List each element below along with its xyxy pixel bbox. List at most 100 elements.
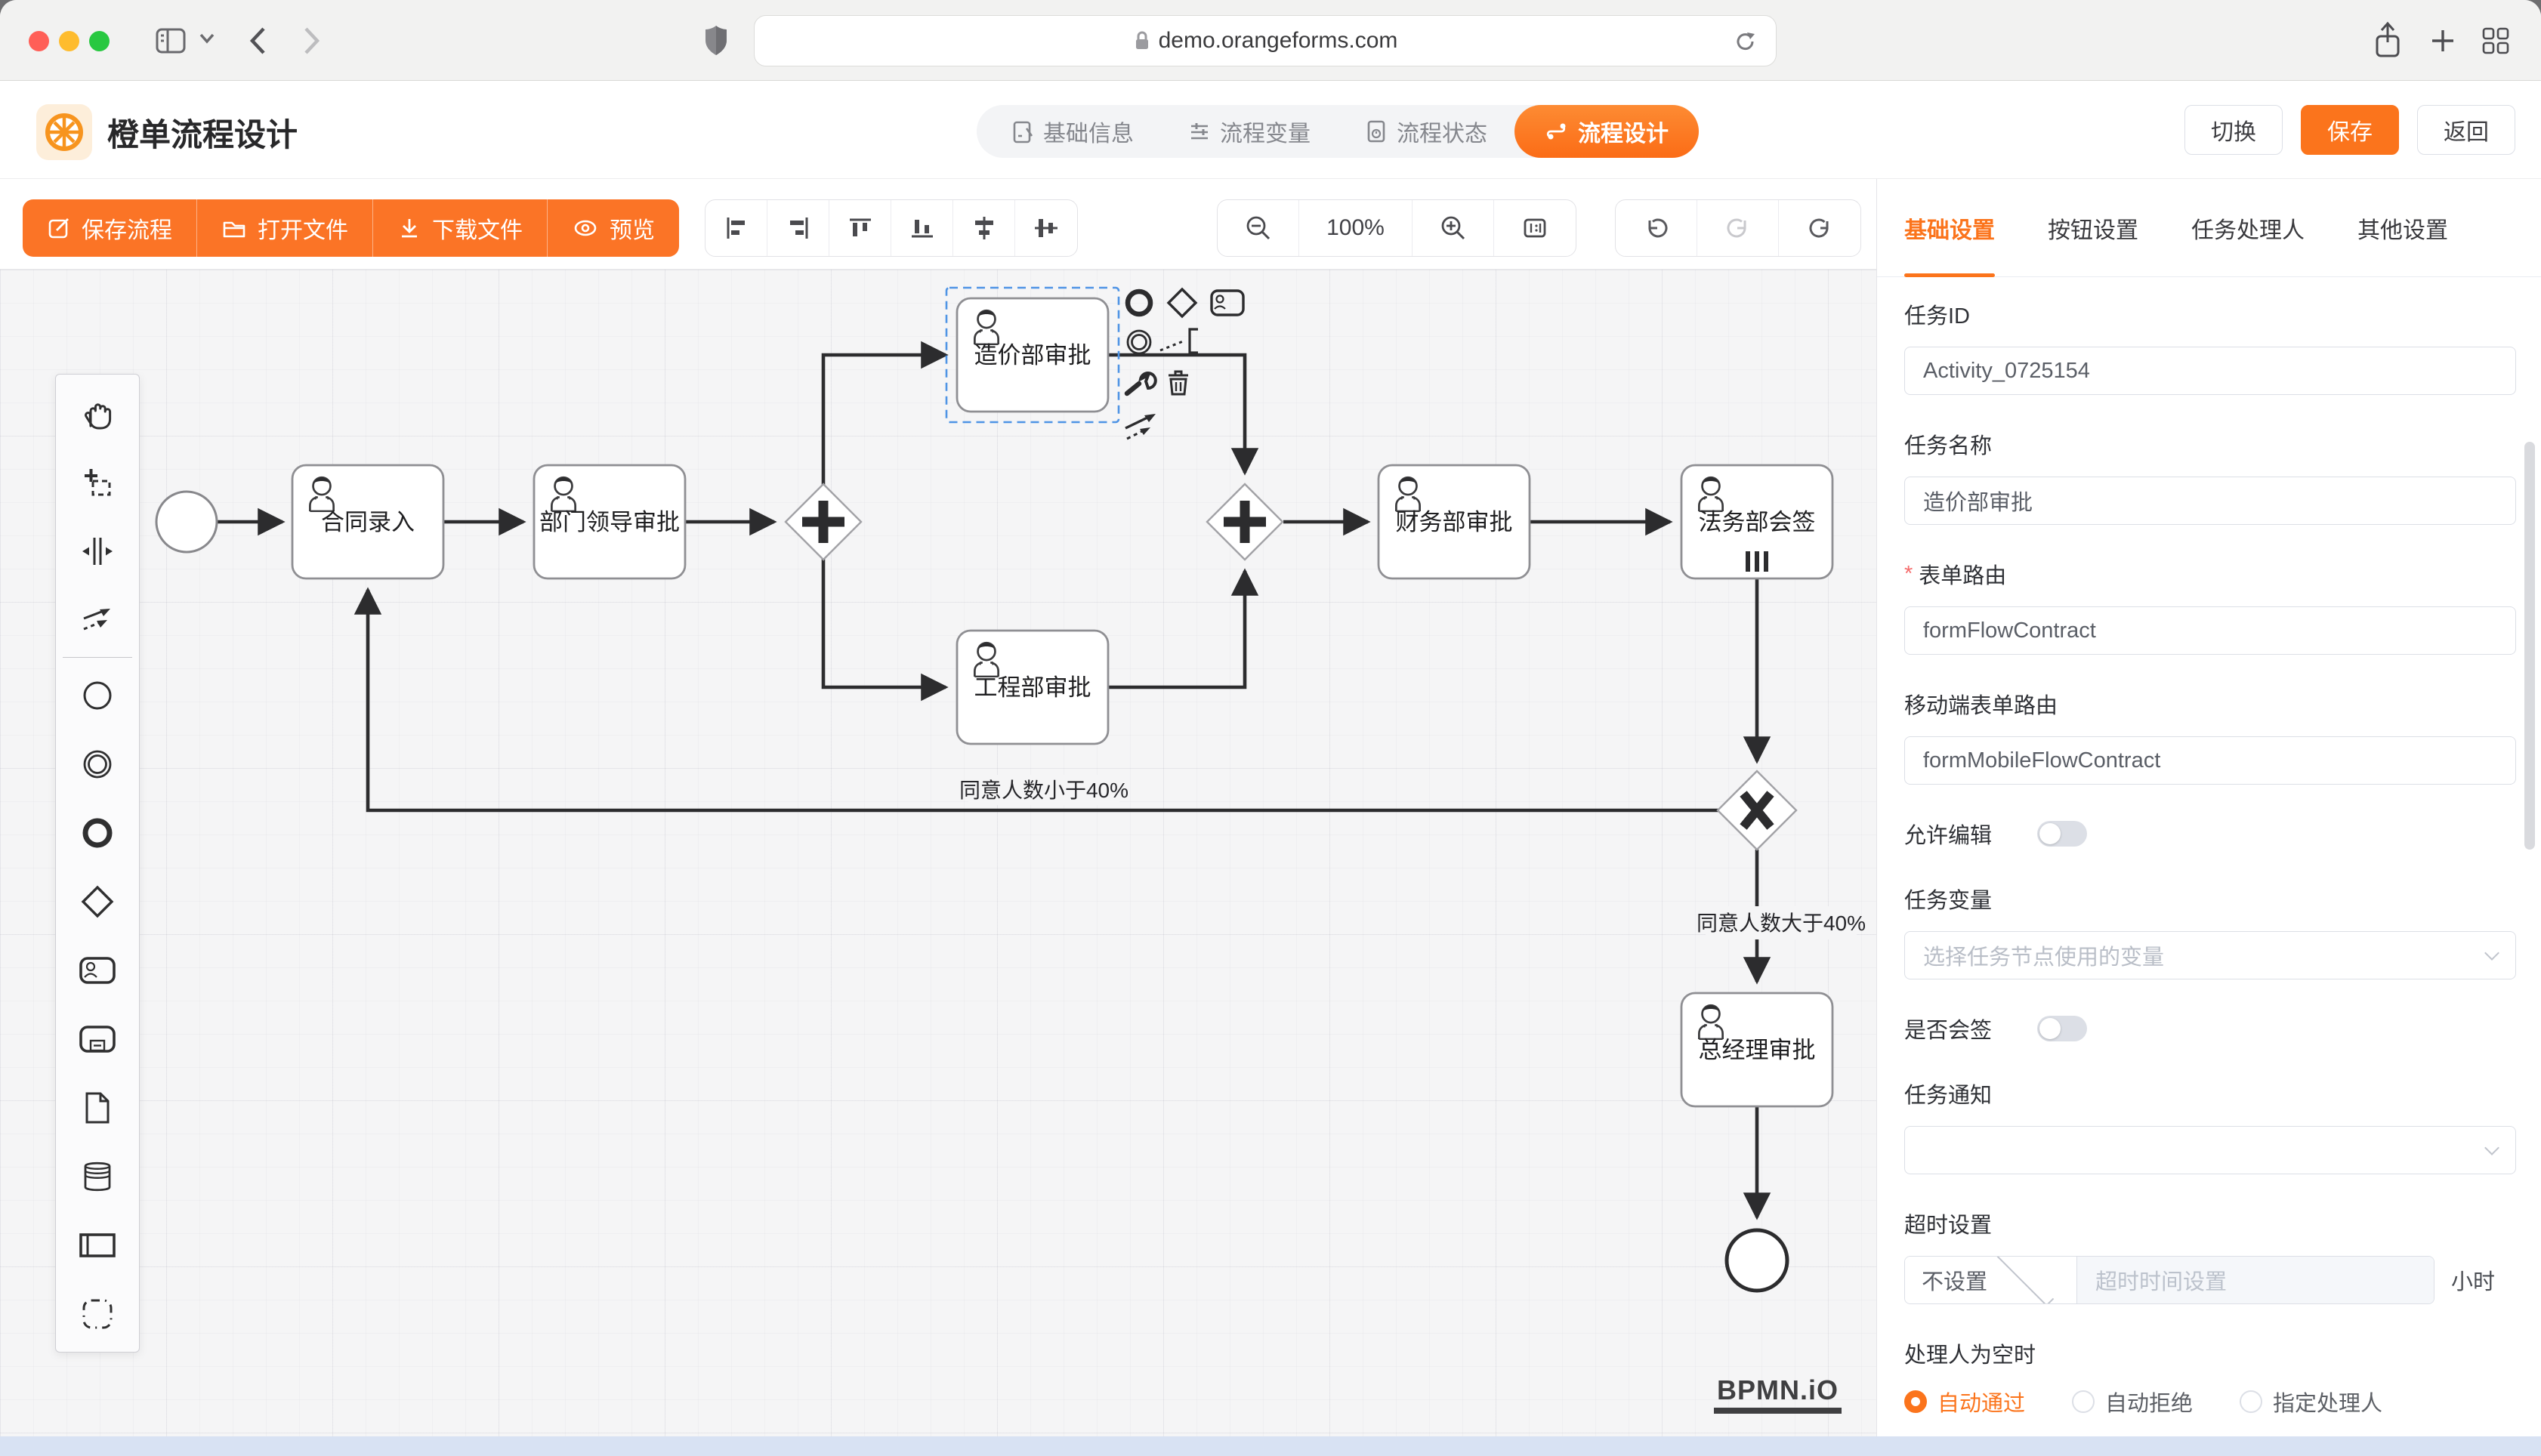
zoom-out-icon[interactable]	[1218, 200, 1299, 256]
open-file-button[interactable]: 打开文件	[197, 199, 373, 257]
append-intermediate-event-icon[interactable]	[1128, 331, 1150, 353]
align-bottom-icon[interactable]	[891, 200, 953, 256]
create-subprocess[interactable]	[63, 1004, 132, 1073]
tab-task-assignee[interactable]: 任务处理人	[2191, 179, 2305, 277]
reset-icon[interactable]	[1779, 200, 1860, 256]
task-finance-dept-approval[interactable]: 财务部审批	[1379, 465, 1530, 578]
task-engineering-dept-approval[interactable]: 工程部审批	[957, 631, 1108, 744]
switch-button[interactable]: 切换	[2184, 105, 2283, 155]
panel-scrollbar[interactable]	[2524, 442, 2535, 850]
create-gateway[interactable]	[63, 867, 132, 936]
address-bar[interactable]: demo.orangeforms.com	[754, 15, 1777, 66]
redo-icon[interactable]	[1697, 200, 1779, 256]
append-end-event-icon[interactable]	[1128, 292, 1150, 314]
edge-gateway1-to-n3[interactable]	[823, 355, 946, 486]
new-tab-icon[interactable]	[2426, 24, 2459, 57]
space-tool[interactable]	[63, 517, 132, 585]
close-window-button[interactable]	[29, 31, 49, 51]
task-variable-select[interactable]: 选择任务节点使用的变量	[1904, 931, 2516, 979]
sidebar-toggle-icon[interactable]	[151, 21, 190, 60]
create-user-task[interactable]	[63, 936, 132, 1004]
create-intermediate-event[interactable]	[63, 730, 132, 798]
exclusive-gateway[interactable]	[1718, 771, 1796, 850]
append-task-icon[interactable]	[1212, 291, 1243, 315]
timeout-mode-select[interactable]: 不设置	[1905, 1257, 2077, 1303]
allow-edit-toggle[interactable]	[2037, 821, 2087, 847]
download-file-button[interactable]: 下载文件	[373, 199, 548, 257]
start-event[interactable]	[156, 492, 217, 552]
bpmn-io-watermark[interactable]: BPMN.iO	[1714, 1374, 1842, 1414]
preview-button[interactable]: 预览	[548, 199, 679, 257]
zoom-in-icon[interactable]	[1413, 200, 1494, 256]
fit-viewport-icon[interactable]	[1494, 200, 1576, 256]
parallel-gateway-split[interactable]	[786, 484, 861, 560]
create-participant-pool[interactable]	[63, 1211, 132, 1279]
countersign-toggle[interactable]	[2037, 1016, 2087, 1041]
mobile-form-route-input[interactable]	[1904, 736, 2516, 785]
wrench-icon[interactable]	[1127, 373, 1156, 393]
tab-basic-settings[interactable]: 基础设置	[1904, 179, 1995, 277]
tab-other-settings[interactable]: 其他设置	[2357, 179, 2448, 277]
parallel-gateway-join[interactable]	[1207, 484, 1283, 560]
save-button[interactable]: 保存	[2301, 105, 2399, 155]
back-icon[interactable]	[243, 21, 273, 60]
undo-icon[interactable]	[1616, 200, 1697, 256]
append-gateway-icon[interactable]	[1169, 289, 1196, 316]
task-legal-dept-countersign[interactable]: 法务部会签	[1681, 465, 1832, 578]
trash-icon[interactable]	[1169, 372, 1188, 394]
global-connect-tool[interactable]	[63, 585, 132, 654]
radio-auto-approve[interactable]: 自动通过	[1904, 1386, 2025, 1417]
minimize-window-button[interactable]	[59, 31, 79, 51]
save-flow-button[interactable]: 保存流程	[23, 199, 197, 257]
chevron-down-icon	[1996, 1256, 2053, 1304]
tab-process-variables[interactable]: 流程变量	[1161, 105, 1338, 158]
panel-tabs: 基础设置 按钮设置 任务处理人 其他设置	[1877, 179, 2541, 277]
append-text-annotation-icon[interactable]	[1160, 329, 1198, 353]
radio-auto-reject[interactable]: 自动拒绝	[2072, 1386, 2193, 1417]
create-end-event[interactable]	[63, 798, 132, 867]
reload-icon[interactable]	[1732, 28, 1759, 55]
task-id-input[interactable]	[1904, 347, 2516, 395]
align-right-icon[interactable]	[767, 200, 829, 256]
task-name-input[interactable]	[1904, 477, 2516, 525]
edge-label-greater[interactable]: 同意人数大于40%	[1697, 912, 1866, 935]
connect-tool-icon[interactable]	[1125, 414, 1156, 439]
maximize-window-button[interactable]	[89, 31, 110, 51]
align-center-vertical-icon[interactable]	[1015, 200, 1077, 256]
create-group[interactable]	[63, 1279, 132, 1348]
tab-process-design[interactable]: 流程设计	[1514, 105, 1699, 158]
timeout-value-input[interactable]: 超时时间设置	[2077, 1257, 2434, 1303]
tab-process-status[interactable]: 流程状态	[1338, 105, 1514, 158]
task-contract-entry[interactable]: 合同录入	[292, 465, 443, 578]
create-start-event[interactable]	[63, 661, 132, 730]
tab-basic-info[interactable]: 基础信息	[984, 105, 1161, 158]
form-route-input[interactable]	[1904, 606, 2516, 655]
task-cost-dept-approval-selected[interactable]: 造价部审批	[946, 288, 1119, 422]
radio-assign-handler[interactable]: 指定处理人	[2240, 1386, 2382, 1417]
field-label: * 表单路由	[1904, 558, 2515, 590]
lasso-tool[interactable]	[63, 448, 132, 517]
task-notify-select[interactable]	[1904, 1126, 2516, 1174]
task-dept-leader-approval[interactable]: 部门领导审批	[534, 465, 685, 578]
edge-label-less[interactable]: 同意人数小于40%	[959, 779, 1128, 802]
bpmn-canvas[interactable]: 同意人数小于40% 同意人数大于40% 合同录入	[0, 270, 1876, 1436]
align-center-horizontal-icon[interactable]	[953, 200, 1015, 256]
privacy-shield-icon[interactable]	[701, 23, 731, 62]
task-nodes: 合同录入 部门领导审批 造价部审批	[292, 288, 1832, 1106]
forward-icon[interactable]	[296, 21, 326, 60]
zoom-level[interactable]: 100%	[1299, 200, 1413, 256]
back-button[interactable]: 返回	[2417, 105, 2515, 155]
edge-gateway1-to-n4[interactable]	[823, 557, 946, 687]
align-left-icon[interactable]	[705, 200, 767, 256]
chevron-down-icon[interactable]	[193, 30, 221, 50]
hand-tool[interactable]	[63, 379, 132, 448]
task-general-manager-approval[interactable]: 总经理审批	[1681, 993, 1832, 1106]
edge-n4-to-gateway2[interactable]	[1108, 571, 1245, 687]
create-data-store[interactable]	[63, 1142, 132, 1211]
create-data-object[interactable]	[63, 1073, 132, 1142]
tab-button-settings[interactable]: 按钮设置	[2048, 179, 2138, 277]
tab-overview-icon[interactable]	[2479, 24, 2514, 57]
share-icon[interactable]	[2370, 20, 2405, 62]
align-top-icon[interactable]	[829, 200, 891, 256]
end-event[interactable]	[1727, 1230, 1787, 1291]
